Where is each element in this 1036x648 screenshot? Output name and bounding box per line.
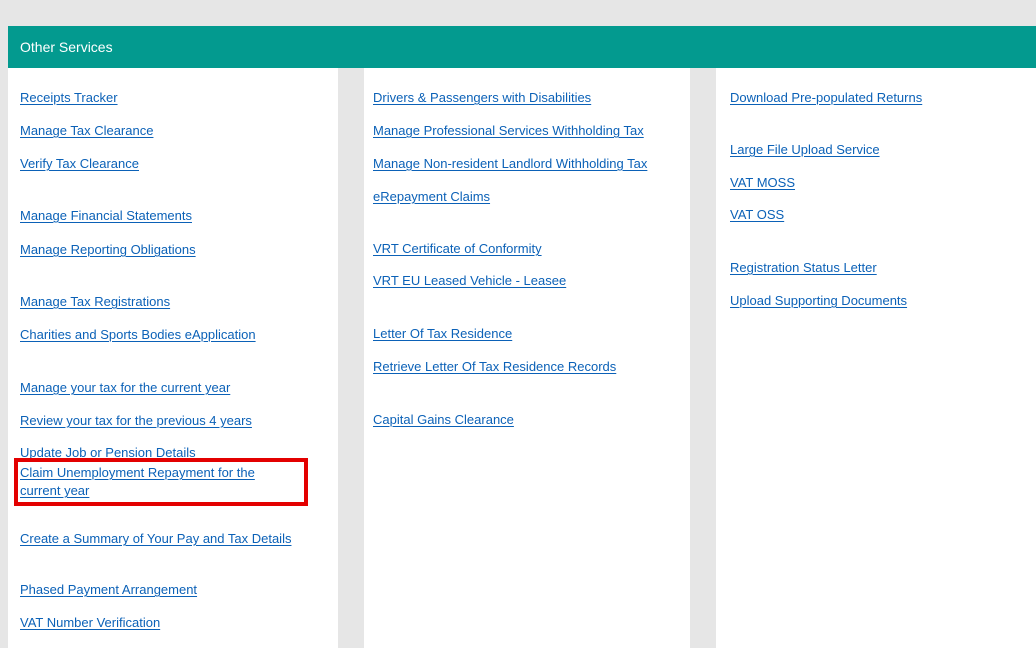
- link-vat-moss[interactable]: VAT MOSS: [730, 174, 795, 192]
- link-manage-non-resident-landlord-wht[interactable]: Manage Non-resident Landlord Withholding…: [373, 155, 647, 173]
- other-services-header: Other Services: [8, 26, 1036, 68]
- link-charities-sports-bodies-eapplication[interactable]: Charities and Sports Bodies eApplication: [20, 326, 256, 344]
- link-manage-professional-services-wht[interactable]: Manage Professional Services Withholding…: [373, 122, 644, 140]
- link-manage-tax-registrations[interactable]: Manage Tax Registrations: [20, 293, 170, 311]
- link-claim-unemployment-repayment[interactable]: Claim Unemployment Repayment for the cur…: [20, 464, 290, 500]
- link-download-prepopulated-returns[interactable]: Download Pre-populated Returns: [730, 89, 922, 107]
- link-large-file-upload-service[interactable]: Large File Upload Service: [730, 141, 880, 159]
- link-update-job-pension-details[interactable]: Update Job or Pension Details: [20, 444, 196, 462]
- link-verify-tax-clearance[interactable]: Verify Tax Clearance: [20, 155, 139, 173]
- link-review-tax-previous-4-years[interactable]: Review your tax for the previous 4 years: [20, 412, 252, 430]
- link-create-pay-tax-summary[interactable]: Create a Summary of Your Pay and Tax Det…: [20, 530, 291, 548]
- link-manage-tax-clearance[interactable]: Manage Tax Clearance: [20, 122, 153, 140]
- link-receipts-tracker[interactable]: Receipts Tracker: [20, 89, 118, 107]
- link-capital-gains-clearance[interactable]: Capital Gains Clearance: [373, 411, 514, 429]
- link-upload-supporting-documents[interactable]: Upload Supporting Documents: [730, 292, 907, 310]
- link-manage-tax-current-year[interactable]: Manage your tax for the current year: [20, 379, 230, 397]
- link-vrt-certificate-conformity[interactable]: VRT Certificate of Conformity: [373, 240, 542, 258]
- link-retrieve-letter-tax-residence[interactable]: Retrieve Letter Of Tax Residence Records: [373, 358, 616, 376]
- link-letter-of-tax-residence[interactable]: Letter Of Tax Residence: [373, 325, 512, 343]
- services-column-2: Drivers & Passengers with Disabilities M…: [364, 68, 690, 648]
- link-vrt-eu-leased-vehicle[interactable]: VRT EU Leased Vehicle - Leasee: [373, 272, 566, 290]
- link-erepayment-claims[interactable]: eRepayment Claims: [373, 188, 490, 206]
- services-column-1: Receipts Tracker Manage Tax Clearance Ve…: [8, 68, 338, 648]
- link-phased-payment-arrangement[interactable]: Phased Payment Arrangement: [20, 581, 197, 599]
- link-vat-oss[interactable]: VAT OSS: [730, 206, 784, 224]
- link-drivers-passengers-disabilities[interactable]: Drivers & Passengers with Disabilities: [373, 89, 591, 107]
- link-manage-reporting-obligations[interactable]: Manage Reporting Obligations: [20, 241, 196, 259]
- link-manage-financial-statements[interactable]: Manage Financial Statements: [20, 207, 192, 225]
- other-services-panel: Other Services Receipts Tracker Manage T…: [8, 14, 1036, 648]
- link-registration-status-letter[interactable]: Registration Status Letter: [730, 259, 877, 277]
- header-title: Other Services: [20, 39, 113, 55]
- link-vat-number-verification[interactable]: VAT Number Verification: [20, 614, 160, 632]
- services-column-3: Download Pre-populated Returns Large Fil…: [716, 68, 1036, 648]
